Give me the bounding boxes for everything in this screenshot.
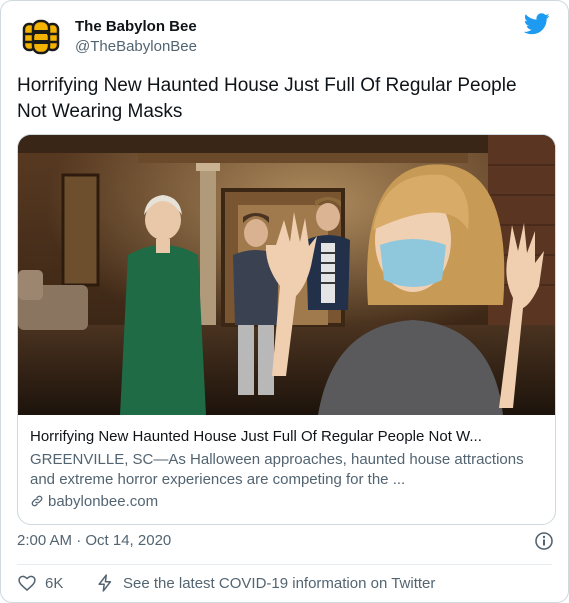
display-name[interactable]: The Babylon Bee — [75, 17, 197, 37]
tweet-actions: 6K See the latest COVID-19 information o… — [17, 573, 552, 595]
covid-info-link[interactable]: See the latest COVID-19 information on T… — [95, 573, 435, 595]
link-card[interactable]: Horrifying New Haunted House Just Full O… — [17, 134, 556, 525]
tweet-header: The Babylon Bee @TheBabylonBee — [17, 13, 552, 61]
link-icon — [31, 495, 43, 507]
covid-info-text[interactable]: See the latest COVID-19 information on T… — [123, 575, 435, 592]
tweet-embed: The Babylon Bee @TheBabylonBee Horrifyin… — [0, 0, 569, 603]
card-domain-text[interactable]: babylonbee.com — [48, 493, 158, 510]
like-count[interactable]: 6K — [45, 575, 63, 592]
account-names[interactable]: The Babylon Bee @TheBabylonBee — [75, 17, 197, 57]
tweet-text: Horrifying New Haunted House Just Full O… — [17, 75, 517, 122]
bee-logo-icon[interactable] — [17, 13, 65, 61]
card-description: GREENVILLE, SC—As Halloween approaches, … — [30, 451, 524, 488]
tweet-timestamp[interactable]: 2:00 AM · Oct 14, 2020 — [17, 531, 171, 551]
card-image[interactable] — [18, 135, 555, 415]
card-domain[interactable]: babylonbee.com — [30, 492, 543, 512]
card-body[interactable]: Horrifying New Haunted House Just Full O… — [30, 427, 543, 512]
info-icon[interactable] — [534, 531, 554, 551]
like-button[interactable]: 6K — [17, 573, 63, 595]
twitter-bird-icon[interactable] — [524, 13, 550, 35]
lightning-bolt-icon — [98, 574, 112, 592]
account-handle[interactable]: @TheBabylonBee — [75, 37, 197, 57]
heart-icon[interactable] — [17, 573, 37, 593]
card-title[interactable]: Horrifying New Haunted House Just Full O… — [30, 427, 543, 447]
divider — [17, 564, 552, 565]
